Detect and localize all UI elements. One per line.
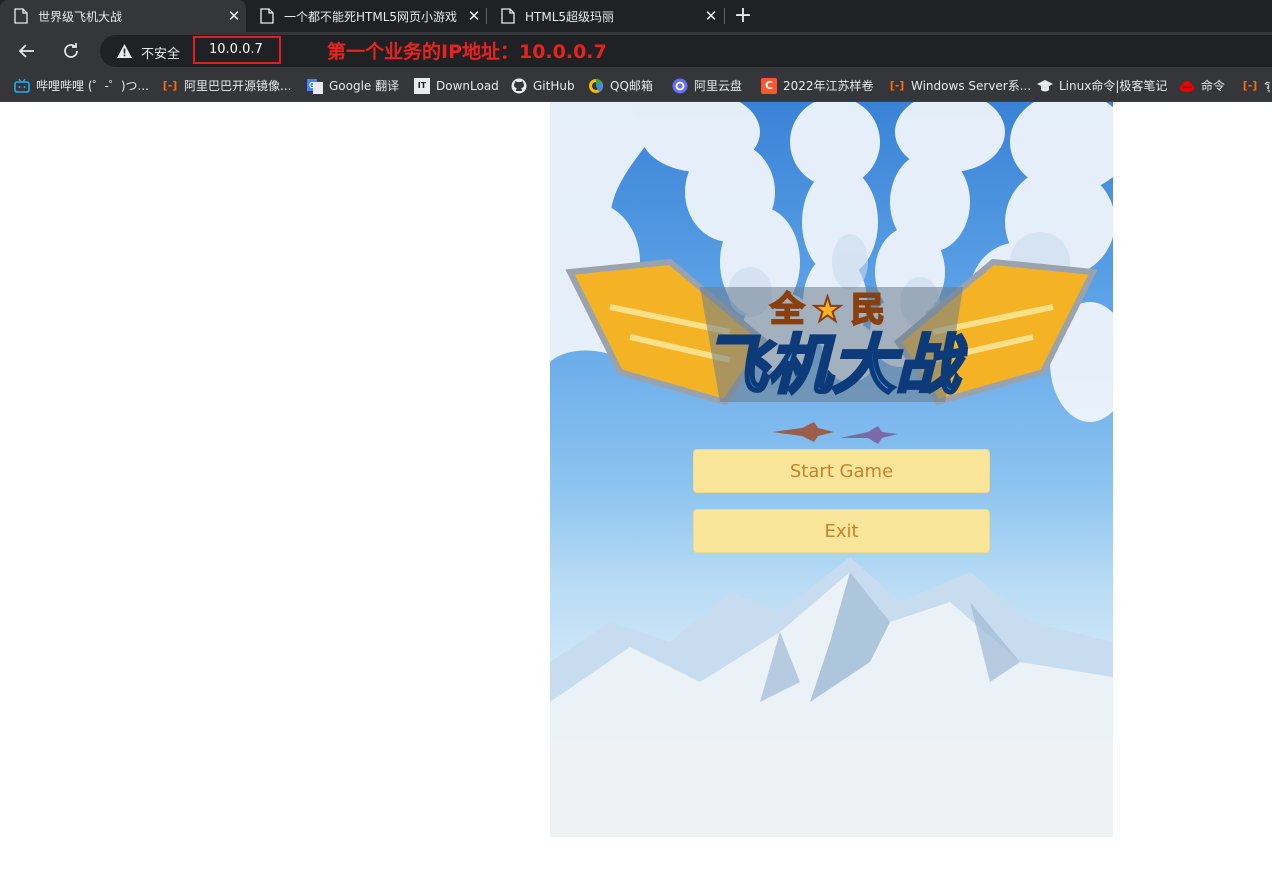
alibaba-icon: [-]	[889, 79, 905, 92]
game-canvas[interactable]: 全★民 飞机大战 Start Game Exit	[550, 102, 1113, 837]
url-text[interactable]: 10.0.0.7	[193, 36, 281, 64]
bookmark-label: Linux命令|极客笔记	[1059, 79, 1168, 93]
bookmark-github[interactable]: GitHub	[511, 70, 575, 101]
page-icon	[14, 8, 28, 24]
start-game-button[interactable]: Start Game	[693, 449, 990, 493]
bookmark-bilibili[interactable]: 哔哩哔哩 (゜-゜)つ...	[14, 70, 149, 101]
tab-divider	[724, 8, 725, 24]
new-tab-button[interactable]: +	[730, 3, 756, 29]
download-icon: IT	[414, 77, 430, 94]
back-button[interactable]	[14, 38, 40, 64]
bookmark-label: GitHub	[533, 78, 575, 93]
back-arrow-icon	[18, 44, 34, 58]
csdn-icon: C	[761, 77, 777, 94]
tab-no-one-dies[interactable]: 一个都不能死HTML5网页小游戏 ✕	[246, 0, 486, 32]
tab-plane-war[interactable]: 世界级飞机大战 ✕	[0, 0, 246, 32]
bookmark-linux-commands[interactable]: Linux命令|极客笔记	[1037, 70, 1167, 101]
alibaba-icon: [-]	[162, 79, 178, 92]
graduation-cap-icon	[1037, 78, 1053, 94]
tab-title: 一个都不能死HTML5网页小游戏	[284, 9, 458, 24]
bookmark-label: 哔哩哔哩 (゜-゜)つ...	[36, 79, 149, 93]
bookmark-commands[interactable]: 命令	[1179, 70, 1225, 101]
ip-annotation: 第一个业务的IP地址：10.0.0.7	[327, 41, 607, 63]
bookmark-alibaba-mirror[interactable]: [-] 阿里巴巴开源镜像...	[162, 70, 292, 101]
github-icon	[511, 78, 527, 94]
bookmark-label: 命令	[1201, 79, 1226, 93]
bookmark-download[interactable]: IT DownLoad	[414, 70, 499, 101]
redhat-icon	[1179, 78, 1195, 94]
tab-title: 世界级飞机大战	[38, 9, 123, 24]
address-bar[interactable]: 不安全 10.0.0.7 第一个业务的IP地址：10.0.0.7	[100, 35, 1272, 67]
game-logo: 全★民 飞机大战	[702, 289, 961, 403]
qqmail-icon	[588, 78, 604, 94]
bookmark-overflow[interactable]: [-] รุ	[1242, 70, 1271, 101]
close-icon[interactable]: ✕	[462, 7, 486, 25]
aircraft-decor	[772, 422, 898, 444]
svg-text:G: G	[309, 81, 315, 90]
bilibili-icon	[14, 78, 30, 94]
tab-title: HTML5超级玛丽	[525, 9, 615, 24]
tab-super-mario[interactable]: HTML5超级玛丽 ✕	[487, 0, 723, 32]
bookmark-label: รุ	[1264, 78, 1271, 92]
bookmark-label: 2022年江苏样卷	[783, 79, 874, 93]
bookmark-label: Google 翻译	[329, 79, 400, 93]
bookmarks-bar: 哔哩哔哩 (゜-゜)つ... [-] 阿里巴巴开源镜像... G Google …	[0, 70, 1272, 102]
bookmark-label: QQ邮箱	[610, 79, 653, 93]
reload-button[interactable]	[58, 38, 84, 64]
exit-button[interactable]: Exit	[693, 509, 990, 553]
page-icon	[501, 8, 515, 24]
bookmark-google-translate[interactable]: G Google 翻译	[307, 70, 399, 101]
bookmark-label: 阿里巴巴开源镜像...	[184, 79, 292, 93]
toolbar: 不安全 10.0.0.7 第一个业务的IP地址：10.0.0.7	[0, 32, 1272, 70]
warning-icon	[117, 44, 132, 58]
bookmark-jiangsu-paper[interactable]: C 2022年江苏样卷	[761, 70, 874, 101]
bookmark-label: DownLoad	[436, 78, 499, 93]
google-translate-icon: G	[307, 78, 323, 94]
bookmark-aliyun-drive[interactable]: 阿里云盘	[672, 70, 742, 101]
aliyun-drive-icon	[672, 78, 688, 94]
close-icon[interactable]: ✕	[699, 7, 723, 25]
close-icon[interactable]: ✕	[222, 7, 246, 25]
page-icon	[260, 8, 274, 24]
bookmark-windows-server[interactable]: [-] Windows Server系...	[889, 70, 1032, 101]
security-label[interactable]: 不安全	[141, 43, 180, 62]
reload-icon	[64, 43, 78, 58]
alibaba-icon: [-]	[1242, 79, 1258, 92]
bookmark-qqmail[interactable]: QQ邮箱	[588, 70, 653, 101]
bookmark-label: Windows Server系...	[911, 79, 1032, 93]
bookmark-label: 阿里云盘	[694, 79, 743, 93]
tab-strip: 世界级飞机大战 ✕ 一个都不能死HTML5网页小游戏 ✕ HTML5超级玛丽 ✕…	[0, 0, 1272, 32]
